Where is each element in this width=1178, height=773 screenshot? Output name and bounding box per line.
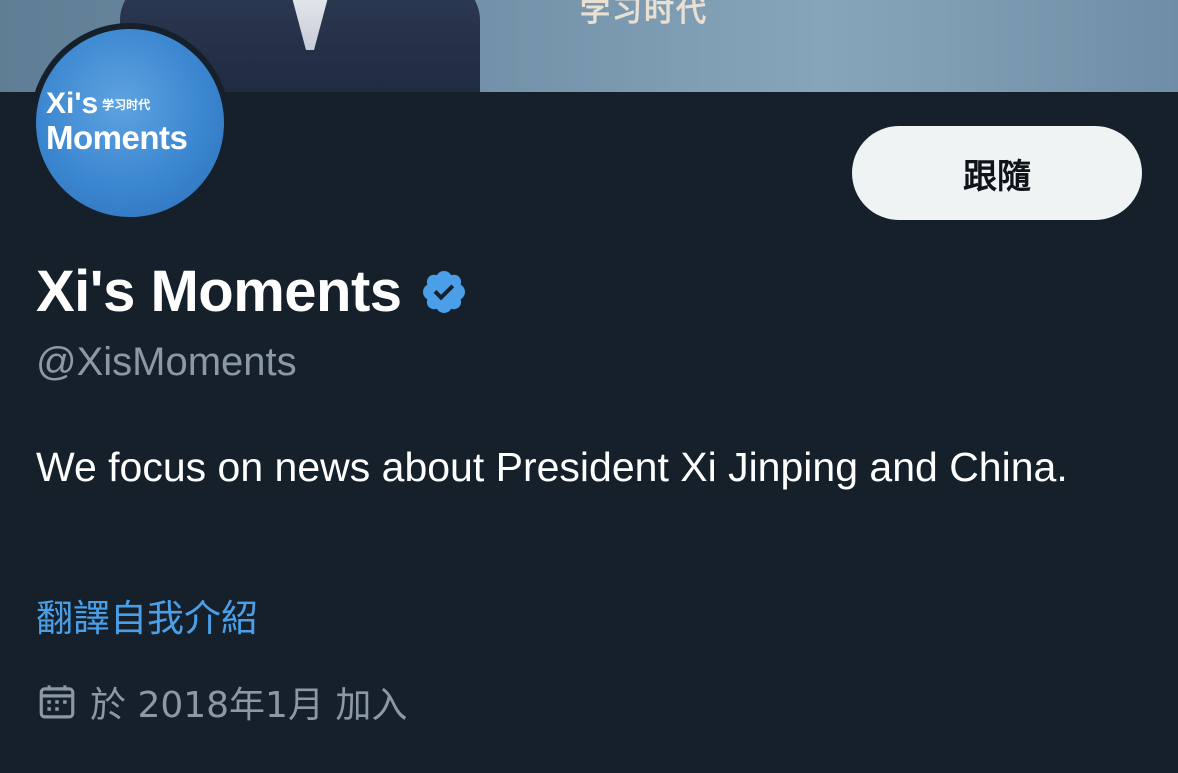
joined-date-row: 於 2018年1月 加入 [36, 676, 407, 728]
translate-bio-link[interactable]: 翻譯自我介紹 [36, 588, 258, 642]
calendar-icon [39, 685, 75, 719]
joined-date: 於 2018年1月 加入 [90, 685, 408, 726]
follow-button[interactable]: 跟隨 [852, 126, 1142, 220]
avatar-logo-chinese: 学习时代 [102, 98, 151, 112]
avatar[interactable]: Xi's 学习时代 Moments [30, 23, 230, 223]
avatar-image: Xi's 学习时代 Moments [36, 29, 224, 217]
profile-name-row: Xi's Moments [36, 256, 468, 326]
avatar-logo-line1: Xi's 学习时代 [46, 87, 150, 121]
avatar-logo-moments: Moments [46, 119, 188, 156]
avatar-logo-xis: Xi's [46, 87, 99, 120]
verified-badge-icon[interactable] [420, 267, 468, 315]
banner-caption: 学习时代 [580, 0, 708, 29]
profile-bio: We focus on news about President Xi Jinp… [36, 444, 1068, 490]
display-name: Xi's Moments [36, 258, 402, 324]
profile-handle: @XisMoments [36, 340, 297, 384]
